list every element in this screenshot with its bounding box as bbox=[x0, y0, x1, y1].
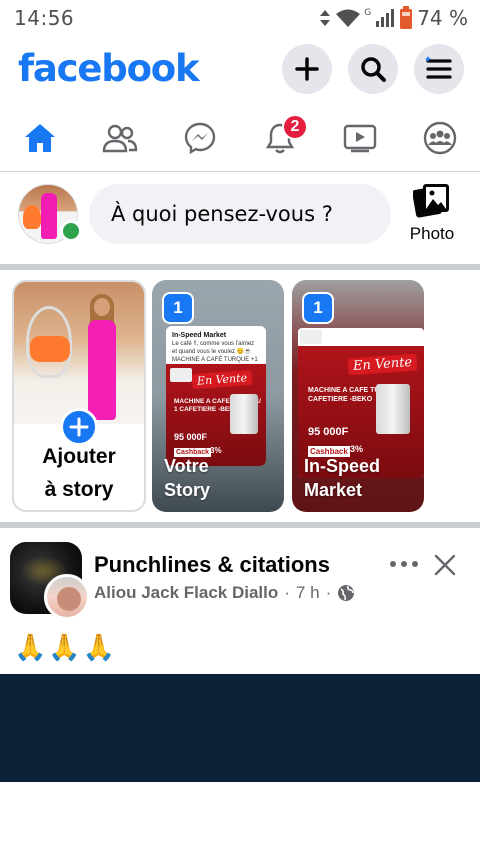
main-nav: 2 bbox=[0, 108, 480, 172]
post-timestamp[interactable]: 7 h bbox=[296, 583, 320, 603]
more-horizontal-icon bbox=[390, 561, 418, 567]
ad-cashback-percent: 3% bbox=[210, 446, 222, 455]
online-status-dot bbox=[60, 220, 82, 242]
story-owner-name-line2: Market bbox=[304, 480, 363, 500]
tab-notifications[interactable]: 2 bbox=[252, 108, 308, 168]
ad-promo-tag: En Vente bbox=[191, 369, 253, 390]
tab-watch[interactable] bbox=[332, 108, 388, 168]
tab-groups[interactable] bbox=[412, 108, 468, 168]
plus-icon bbox=[69, 417, 89, 437]
facebook-logo: facebook bbox=[18, 47, 200, 90]
create-story-label-line1: Ajouter bbox=[42, 445, 116, 468]
ad-post-header: In-Speed Market Le café !!, comme vous l… bbox=[166, 326, 266, 379]
app-header: facebook bbox=[0, 40, 480, 100]
home-icon bbox=[25, 124, 55, 152]
brand-logo-image bbox=[300, 330, 322, 344]
tab-friends[interactable] bbox=[92, 108, 148, 168]
photo-person-shape bbox=[86, 292, 116, 422]
story-card-in-speed-market[interactable]: En Vente MACHINE A CAFE TURQUE/ 1 CAFETI… bbox=[292, 280, 424, 512]
hide-post-button[interactable] bbox=[432, 552, 458, 578]
create-story-card[interactable]: Ajouter à story bbox=[12, 280, 146, 512]
section-divider bbox=[0, 522, 480, 528]
globe-icon bbox=[338, 585, 355, 601]
network-type-label: G bbox=[364, 8, 372, 18]
signal-icon bbox=[376, 9, 395, 27]
photo-button[interactable]: Photo bbox=[402, 182, 462, 254]
story-owner-name-line2: Story bbox=[164, 480, 211, 500]
tab-messenger[interactable] bbox=[172, 108, 228, 168]
photo-cushion-shape bbox=[30, 336, 70, 362]
author-face-shape bbox=[57, 587, 81, 611]
post-media[interactable] bbox=[0, 674, 480, 782]
story-ad-preview: In-Speed Market Le café !!, comme vous l… bbox=[166, 326, 266, 466]
status-input[interactable]: À quoi pensez-vous ? bbox=[89, 184, 391, 244]
story-count-badge: 1 bbox=[302, 292, 334, 324]
battery-percent: 74 % bbox=[417, 6, 468, 30]
plus-icon bbox=[295, 57, 319, 81]
battery-icon bbox=[400, 6, 413, 29]
story-owner-name-line1: In-Speed bbox=[304, 456, 381, 476]
post-composer: À quoi pensez-vous ? Photo bbox=[0, 174, 480, 264]
story-owner-name: In-Speed Market bbox=[304, 454, 380, 502]
post-text: 🙏🙏🙏 bbox=[14, 632, 118, 662]
search-button[interactable] bbox=[348, 44, 398, 94]
status-bar: 14:56 G 74 % bbox=[0, 0, 480, 36]
status-time: 14:56 bbox=[14, 6, 75, 30]
watch-icon bbox=[343, 124, 377, 153]
messenger-icon bbox=[184, 122, 216, 154]
section-divider bbox=[0, 264, 480, 270]
ad-page-name: In-Speed Market bbox=[172, 332, 227, 339]
menu-button[interactable] bbox=[414, 44, 464, 94]
search-icon bbox=[361, 57, 386, 82]
coffee-machine-image bbox=[376, 384, 410, 434]
coffee-machine-image bbox=[230, 394, 258, 434]
ad-price: 95 000F bbox=[308, 426, 349, 438]
photo-icon bbox=[413, 184, 449, 218]
wifi-icon bbox=[336, 9, 361, 27]
create-button[interactable] bbox=[282, 44, 332, 94]
meta-separator-dot: · bbox=[284, 583, 290, 602]
stories-tray: Ajouter à story In-Speed Market Le café … bbox=[0, 272, 480, 522]
photo-head-shape bbox=[94, 298, 110, 316]
story-owner-name-line1: Votre bbox=[164, 456, 209, 476]
friends-icon bbox=[102, 124, 138, 153]
ad-cashback-percent: 3% bbox=[350, 444, 364, 454]
story-card-your-story[interactable]: In-Speed Market Le café !!, comme vous l… bbox=[152, 280, 284, 512]
groups-icon bbox=[423, 121, 457, 155]
status-icons: G 74 % bbox=[318, 6, 468, 30]
post-page-name[interactable]: Punchlines & citations bbox=[94, 552, 330, 578]
vibrate-icon bbox=[320, 10, 331, 26]
tab-home[interactable] bbox=[12, 108, 68, 168]
feed-post: Punchlines & citations Aliou Jack Flack … bbox=[0, 530, 480, 674]
close-icon bbox=[434, 554, 456, 576]
author-avatar[interactable] bbox=[44, 574, 90, 620]
post-more-options-button[interactable] bbox=[388, 552, 420, 576]
story-count-badge: 1 bbox=[162, 292, 194, 324]
photo-label: Photo bbox=[409, 224, 455, 243]
avatar-figure-shape bbox=[41, 193, 57, 239]
photo-body-shape bbox=[88, 320, 116, 420]
ad-price: 95 000F bbox=[174, 432, 208, 442]
avatar-chair-shape bbox=[23, 205, 41, 229]
notification-badge: 2 bbox=[282, 114, 308, 140]
create-story-label: Ajouter à story bbox=[14, 440, 144, 506]
menu-icon bbox=[425, 56, 452, 79]
post-meta: Aliou Jack Flack Diallo · 7 h · bbox=[94, 583, 355, 603]
brand-logo-image bbox=[170, 368, 192, 382]
create-story-photo bbox=[14, 282, 144, 424]
meta-separator-dot: · bbox=[325, 583, 332, 602]
ad-promo-tag: En Vente bbox=[347, 353, 418, 376]
story-owner-name: Votre Story bbox=[164, 454, 210, 502]
post-author-name[interactable]: Aliou Jack Flack Diallo bbox=[94, 583, 278, 603]
create-story-label-line2: à story bbox=[44, 478, 114, 501]
